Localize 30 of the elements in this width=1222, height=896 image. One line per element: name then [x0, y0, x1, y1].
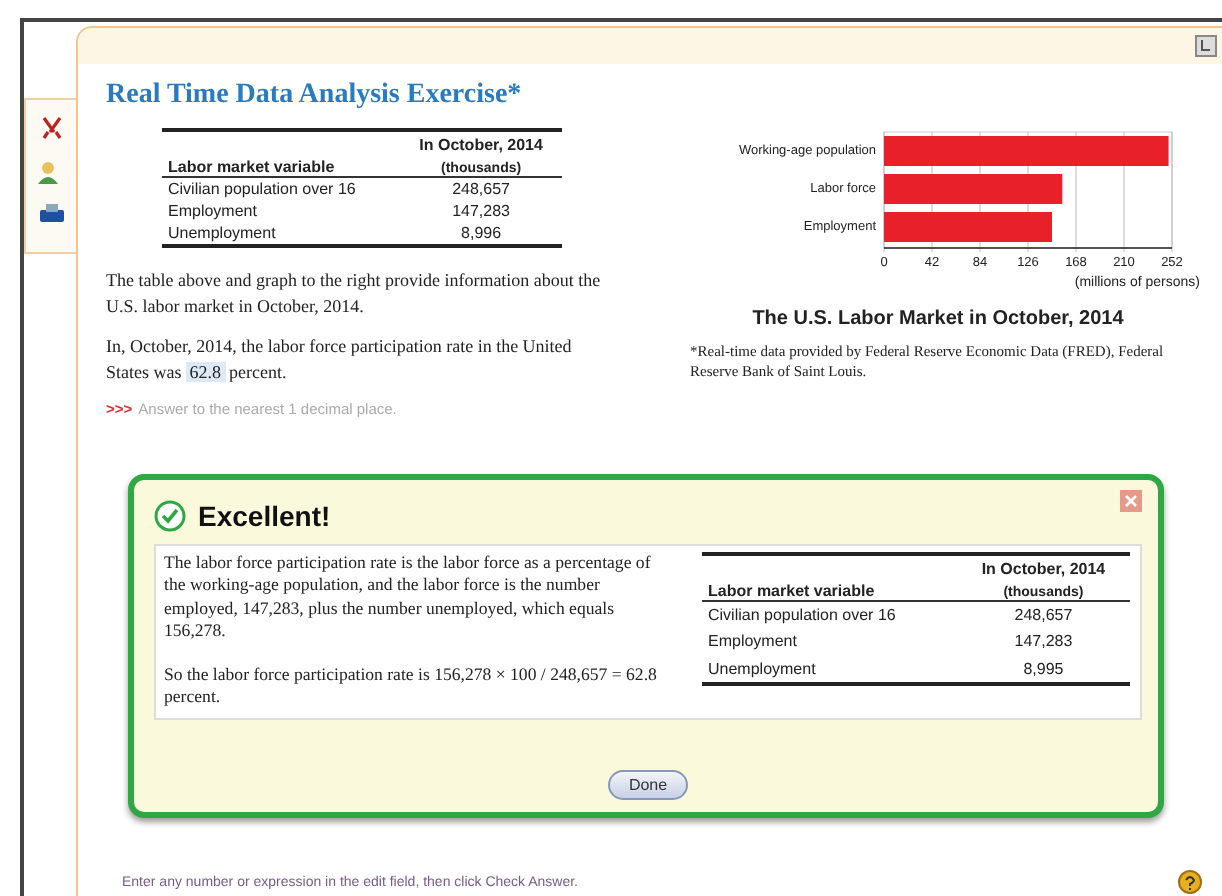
- table-cell: 248,657: [400, 177, 562, 200]
- table-cell: 8,995: [956, 655, 1130, 684]
- help-icon[interactable]: [1178, 870, 1202, 894]
- table-cell: 248,657: [956, 601, 1130, 629]
- table-cell: Unemployment: [702, 655, 957, 684]
- table-cell: Civilian population over 16: [702, 601, 957, 629]
- column-header: In October, 2014: [400, 130, 562, 154]
- printer-icon[interactable]: [37, 204, 65, 224]
- check-circle-icon: [154, 500, 186, 532]
- table-cell: Civilian population over 16: [162, 177, 401, 200]
- table-cell-text: Employment: [166, 200, 259, 222]
- answer-field[interactable]: 62.8: [185, 361, 225, 382]
- document-icon[interactable]: [1194, 34, 1218, 58]
- table-cell-text: 147,283: [450, 200, 512, 222]
- column-header: Labor market variable: [702, 578, 957, 601]
- intro-text: The table above and graph to the right provide information about the U.S. labor market in October, 2014.: [106, 268, 603, 319]
- question-text: In, October, 2014, the labor force participation rate in the United States was 62.8 percent.: [106, 334, 574, 385]
- explanation-text: The labor force participation rate is the labor force as a percentage of the working-age population, and the labor force is the number employed, 147,283, plus the number unemployed, which equals 156,278.: [164, 552, 653, 644]
- column-header: Labor market variable: [162, 154, 401, 177]
- feedback-heading: Excellent!: [198, 500, 331, 532]
- table-cell: 8,996: [400, 222, 562, 246]
- chart-title: The U.S. Labor Market in October, 2014: [752, 308, 1124, 330]
- column-header: In October, 2014: [956, 554, 1130, 578]
- exercise-title: Real Time Data Analysis Exercise*: [106, 80, 524, 112]
- scissors-icon[interactable]: [39, 116, 63, 140]
- table-cell-text: 147,283: [1012, 630, 1075, 655]
- table-cell-text: Employment: [706, 630, 799, 655]
- done-button[interactable]: Done: [608, 770, 688, 800]
- result-text: So the labor force participation rate is 156,278 × 100 / 248,657 = 62.8 percent.: [164, 663, 659, 710]
- table-cell: Unemployment: [162, 222, 401, 246]
